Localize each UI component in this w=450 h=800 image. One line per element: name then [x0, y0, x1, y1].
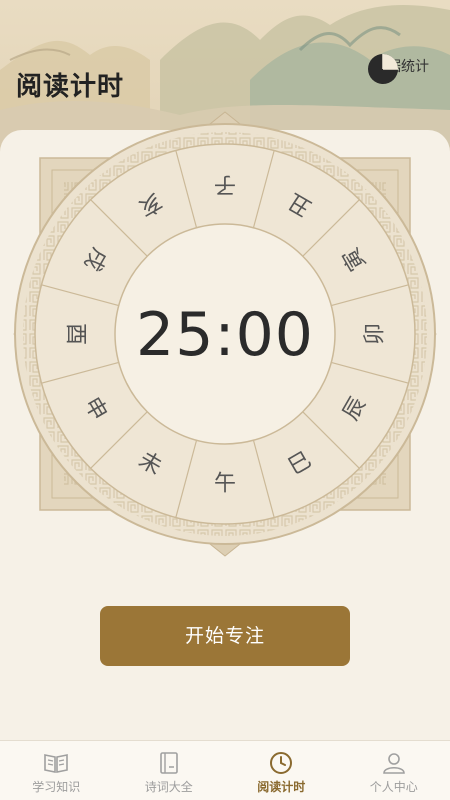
branch-label: 卯 — [363, 323, 388, 345]
user-icon — [382, 753, 405, 774]
book-icon — [159, 752, 178, 774]
tab-poetry[interactable]: 诗词大全 — [113, 741, 226, 800]
tab-poetry-label: 诗词大全 — [144, 780, 193, 794]
branch-label: 子 — [214, 172, 236, 197]
branch-label: 酉 — [63, 323, 88, 345]
timer-display: 25:00 — [136, 300, 314, 370]
data-stats-button[interactable]: 数据统计 — [366, 52, 436, 116]
tab-reading-timer-label: 阅读计时 — [257, 780, 306, 794]
bottom-tab-bar: 学习知识 诗词大全 阅读计时 个人中心 — [0, 740, 450, 800]
page-title: 阅读计时 — [16, 72, 125, 102]
pie-chart-icon — [368, 54, 398, 84]
tab-profile-label: 个人中心 — [369, 780, 418, 794]
tab-study-knowledge-label: 学习知识 — [32, 780, 81, 794]
tab-profile[interactable]: 个人中心 — [338, 741, 450, 800]
tab-study-knowledge[interactable]: 学习知识 — [0, 741, 113, 800]
tab-reading-timer[interactable]: 阅读计时 — [225, 741, 338, 800]
clock-icon — [270, 752, 293, 774]
branch-label: 午 — [214, 472, 236, 497]
book-open-icon — [44, 754, 69, 773]
start-focus-button[interactable]: 开始专注 — [100, 606, 350, 666]
